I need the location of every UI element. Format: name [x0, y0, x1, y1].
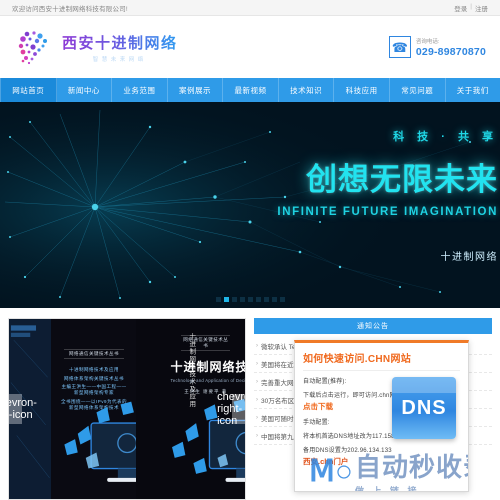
contact-block: ☎ 咨询电话: 029-89870870: [388, 36, 486, 58]
contact-label: 咨询电话:: [415, 38, 440, 45]
book-bullet: 主编王洪生——中国工程——新型网络架构专家: [61, 384, 127, 395]
hero-dot[interactable]: [263, 297, 269, 302]
chevron-left-icon[interactable]: chevron-left-icon: [9, 394, 37, 424]
hero-banner: 科 技 · 共 享 创想无限未来 INFINITE FUTURE IMAGINA…: [0, 102, 500, 308]
chevron-right-icon: ›: [256, 378, 258, 385]
login-link[interactable]: 登录: [454, 3, 467, 13]
hero-dot[interactable]: [279, 297, 285, 302]
nav-item-cases[interactable]: 案例展示: [168, 78, 224, 102]
book-bullet: 十进制网络技术及应用: [68, 367, 119, 372]
carousel-indicator-dots: [0, 297, 500, 302]
book-subtitle: Technology and Application of Decimal Ne…: [170, 378, 245, 383]
phone-icon: ☎: [388, 36, 411, 58]
hero-dot-active[interactable]: [223, 297, 229, 302]
book-slide-secondary[interactable]: 网络通信关键技术丛书 十进制网络技术及应用 网络体系架构关键技术丛书 主编王洪生…: [51, 319, 199, 499]
nav-item-tech[interactable]: 技术知识: [279, 78, 335, 102]
hero-copy-block: 科 技 · 共 享 创想无限未来 INFINITE FUTURE IMAGINA…: [277, 128, 500, 218]
notice-panel-header: 通知公告: [254, 318, 492, 334]
nav-item-news[interactable]: 新闻中心: [57, 78, 113, 102]
chevron-right-icon: ›: [256, 414, 258, 421]
book-series-label: 网络通信关键技术丛书: [64, 349, 124, 359]
chevron-right-icon: ›: [256, 396, 258, 403]
hero-title: 创想无限未来: [306, 162, 498, 197]
hero-dot[interactable]: [215, 297, 221, 302]
nav-item-videos[interactable]: 最新视频: [223, 78, 279, 102]
brand-name: 西安十进制网络: [62, 32, 178, 53]
dns-badge-icon: DNS: [392, 377, 456, 439]
main-content-area: 网络通信关键技术丛书 十进制网络技术及应用 网络体系架构关键技术丛书 主编王洪生…: [0, 308, 500, 500]
book-slide-track: 网络通信关键技术丛书 十进制网络技术及应用 网络体系架构关键技术丛书 主编王洪生…: [9, 319, 245, 499]
hero-kicker: 科 技 · 共 享: [393, 131, 498, 143]
hero-dot[interactable]: [231, 297, 237, 302]
brain-dots-logo-icon: [14, 27, 54, 67]
brand-slogan: 智慧未来网络: [92, 56, 147, 63]
book-series-label: 网络通信关键技术丛书: [181, 335, 231, 351]
link-separator: |: [470, 2, 472, 10]
chn-portal-link[interactable]: 西安.chn门户: [303, 456, 460, 467]
hero-dot[interactable]: [271, 297, 277, 302]
nav-item-about[interactable]: 关于我们: [446, 78, 500, 102]
hero-subtitle: INFINITE FUTURE IMAGINATION: [277, 206, 498, 218]
contact-phone-number: 029-89870870: [415, 45, 486, 58]
nav-item-home[interactable]: 网站首页: [0, 78, 57, 102]
brand-block[interactable]: 西安十进制网络 智慧未来网络: [14, 27, 178, 67]
top-utility-bar: 欢迎访问西安十进制网络科技有限公司! 登录 | 注册: [0, 0, 500, 16]
chevron-right-icon: ›: [256, 342, 258, 349]
chevron-right-icon[interactable]: chevron-right-icon: [217, 391, 245, 427]
book-title: 十进制网络技术及应用: [170, 360, 245, 374]
register-link[interactable]: 注册: [475, 3, 488, 13]
account-links: 登录 | 注册: [454, 3, 488, 13]
hero-dot[interactable]: [239, 297, 245, 302]
chevron-right-icon: ›: [256, 432, 258, 439]
popup-title: 如何快速访问.CHN网站: [303, 350, 460, 371]
hero-tagline: 十进制网络: [440, 252, 498, 263]
dns-help-popup: 如何快速访问.CHN网站 自动配置(推荐): 下载后点击运行，即可访问.chn网…: [294, 340, 469, 492]
hero-dot[interactable]: [255, 297, 261, 302]
welcome-text: 欢迎访问西安十进制网络科技有限公司!: [12, 5, 128, 13]
chevron-right-icon: ›: [256, 360, 258, 367]
hero-dot[interactable]: [247, 297, 253, 302]
book-bullet: 网络体系架构关键技术丛书: [63, 375, 124, 381]
notice-panel: 通知公告 › 微软承认 Teams 存在安全漏洞 › 美国将在近期发布全新网络安…: [254, 318, 492, 500]
book-carousel: 网络通信关键技术丛书 十进制网络技术及应用 网络体系架构关键技术丛书 主编王洪生…: [8, 318, 246, 500]
nav-item-business[interactable]: 业务范围: [112, 78, 168, 102]
main-navigation: 网站首页 新闻中心 业务范围 案例展示 最新视频 技术知识 科技应用 常见问题 …: [0, 78, 500, 102]
nav-item-apps[interactable]: 科技应用: [334, 78, 390, 102]
site-header: 西安十进制网络 智慧未来网络 ☎ 咨询电话: 029-89870870: [0, 16, 500, 78]
popup-manual-description-secondary: 备用DNS设置为202.96.134.133: [303, 448, 392, 454]
nav-item-faq[interactable]: 常见问题: [390, 78, 446, 102]
